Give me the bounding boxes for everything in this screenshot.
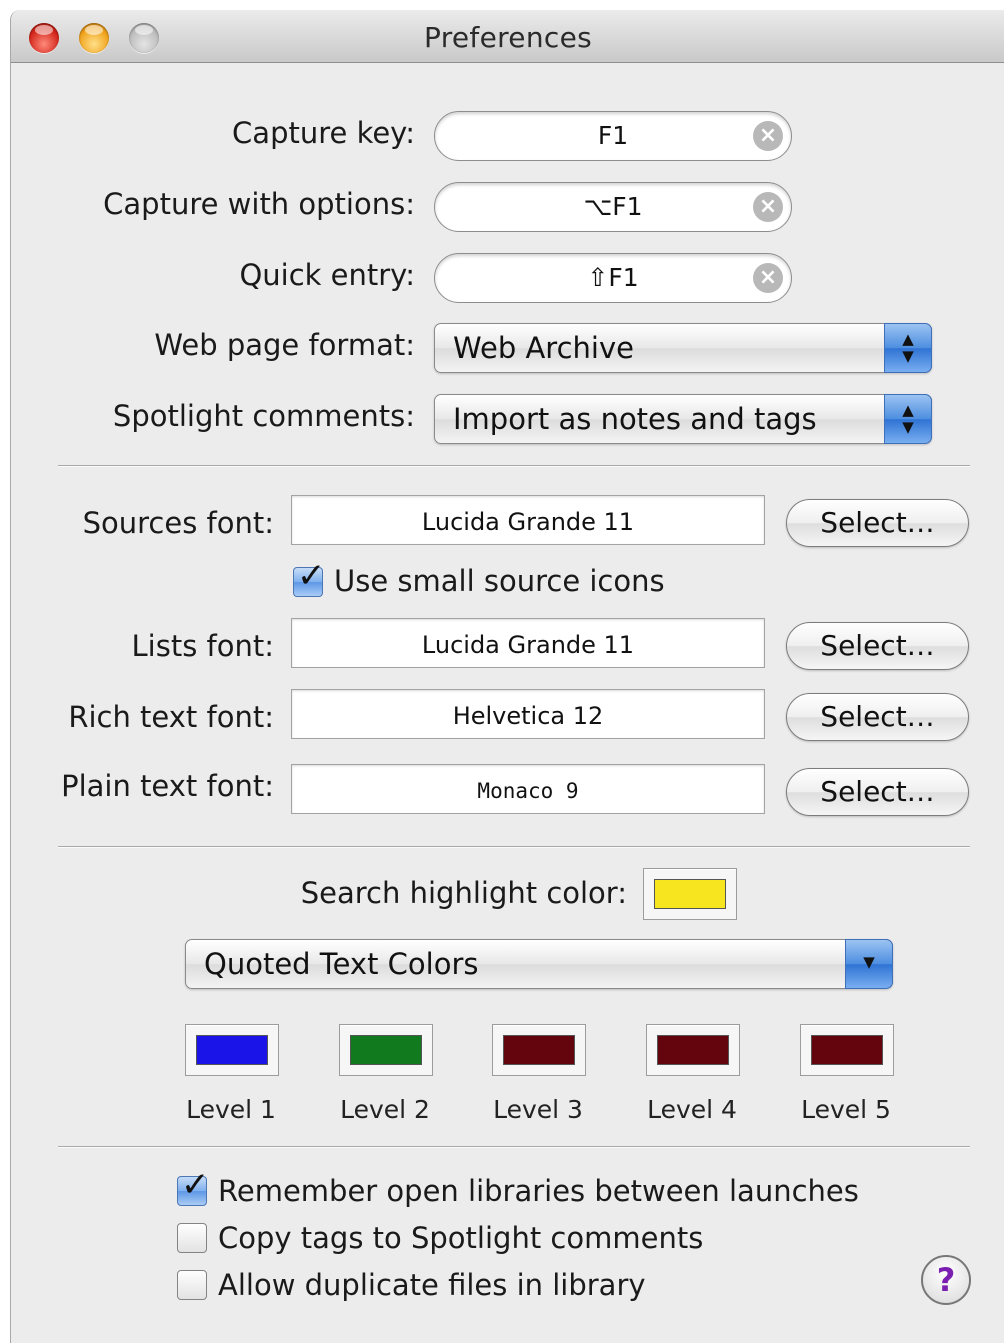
popup-arrows-icon: ▲ ▼: [884, 394, 932, 444]
select-button-label: Select…: [820, 506, 935, 539]
help-icon[interactable]: ?: [921, 1255, 971, 1305]
capture-with-options-value: ⌥F1: [583, 192, 643, 221]
level-2-label: Level 2: [340, 1095, 430, 1124]
title-bar[interactable]: Preferences: [11, 10, 1004, 63]
level-5-label: Level 5: [801, 1095, 891, 1124]
popup-arrows-icon: ▼: [845, 939, 893, 989]
level-4-color-well[interactable]: [646, 1024, 740, 1076]
plain-text-font-field: Monaco 9: [291, 764, 765, 814]
level-3-color-well[interactable]: [492, 1024, 586, 1076]
quoted-text-colors-value: Quoted Text Colors: [204, 947, 479, 981]
quick-entry-field[interactable]: ⇧F1 ×: [434, 253, 792, 303]
plain-text-font-value: Monaco 9: [477, 779, 579, 803]
capture-with-options-label: Capture with options:: [103, 187, 415, 221]
window-title: Preferences: [424, 21, 592, 54]
web-page-format-label: Web page format:: [154, 328, 415, 362]
popup-arrows-icon: ▲ ▼: [884, 323, 932, 373]
quick-entry-label: Quick entry:: [239, 258, 415, 292]
capture-key-label: Capture key:: [232, 116, 415, 150]
search-highlight-color-label: Search highlight color:: [300, 876, 627, 910]
copy-tags-checkbox[interactable]: [177, 1223, 207, 1253]
clear-icon[interactable]: ×: [753, 263, 783, 293]
select-button-label: Select…: [820, 775, 935, 808]
separator: [58, 846, 970, 848]
select-button-label: Select…: [820, 629, 935, 662]
plain-text-font-select-button[interactable]: Select…: [786, 768, 969, 816]
lists-font-value: Lucida Grande 11: [421, 631, 635, 659]
capture-key-value: F1: [597, 121, 629, 150]
level-2-color-well[interactable]: [339, 1024, 433, 1076]
rich-text-font-label: Rich text font:: [68, 700, 274, 734]
sources-font-select-button[interactable]: Select…: [786, 499, 969, 547]
rich-text-font-value: Helvetica 12: [452, 702, 604, 730]
remember-libraries-label[interactable]: Remember open libraries between launches: [218, 1174, 859, 1208]
clear-icon[interactable]: ×: [753, 121, 783, 151]
allow-duplicates-checkbox[interactable]: [177, 1270, 207, 1300]
separator: [58, 1146, 970, 1148]
level-1-swatch: [196, 1035, 268, 1065]
allow-duplicates-label[interactable]: Allow duplicate files in library: [218, 1268, 646, 1302]
level-5-swatch: [811, 1035, 883, 1065]
select-button-label: Select…: [820, 700, 935, 733]
search-highlight-swatch: [654, 879, 726, 909]
copy-tags-label[interactable]: Copy tags to Spotlight comments: [218, 1221, 703, 1255]
capture-key-field[interactable]: F1 ×: [434, 111, 792, 161]
level-4-label: Level 4: [647, 1095, 737, 1124]
level-1-color-well[interactable]: [185, 1024, 279, 1076]
remember-libraries-checkbox[interactable]: ✓: [177, 1165, 210, 1206]
capture-with-options-field[interactable]: ⌥F1 ×: [434, 182, 792, 232]
rich-text-font-field: Helvetica 12: [291, 689, 765, 739]
clear-icon[interactable]: ×: [753, 192, 783, 222]
sources-font-label: Sources font:: [82, 506, 274, 540]
rich-text-font-select-button[interactable]: Select…: [786, 693, 969, 741]
small-source-icons-label[interactable]: Use small source icons: [334, 564, 665, 598]
lists-font-select-button[interactable]: Select…: [786, 622, 969, 670]
search-highlight-color-well[interactable]: [643, 868, 737, 920]
sources-font-value: Lucida Grande 11: [421, 508, 635, 536]
preferences-window: Preferences Capture key: F1 × Capture wi…: [10, 10, 1004, 1343]
web-page-format-value: Web Archive: [453, 331, 634, 365]
small-source-icons-checkbox[interactable]: ✓: [293, 556, 326, 597]
sources-font-field: Lucida Grande 11: [291, 495, 765, 545]
checkmark-icon: ✓: [297, 556, 326, 596]
separator: [58, 465, 970, 467]
quoted-text-colors-popup[interactable]: Quoted Text Colors ▼: [185, 939, 893, 989]
plain-text-font-label: Plain text font:: [61, 769, 274, 803]
spotlight-comments-label: Spotlight comments:: [112, 399, 415, 433]
level-4-swatch: [657, 1035, 729, 1065]
lists-font-label: Lists font:: [131, 629, 275, 663]
level-2-swatch: [350, 1035, 422, 1065]
level-1-label: Level 1: [186, 1095, 276, 1124]
level-5-color-well[interactable]: [800, 1024, 894, 1076]
level-3-label: Level 3: [493, 1095, 583, 1124]
web-page-format-popup[interactable]: Web Archive ▲ ▼: [434, 323, 932, 373]
quick-entry-value: ⇧F1: [587, 263, 639, 292]
spotlight-comments-value: Import as notes and tags: [453, 402, 817, 436]
checkmark-icon: ✓: [181, 1165, 210, 1205]
lists-font-field: Lucida Grande 11: [291, 618, 765, 668]
level-3-swatch: [503, 1035, 575, 1065]
spotlight-comments-popup[interactable]: Import as notes and tags ▲ ▼: [434, 394, 932, 444]
